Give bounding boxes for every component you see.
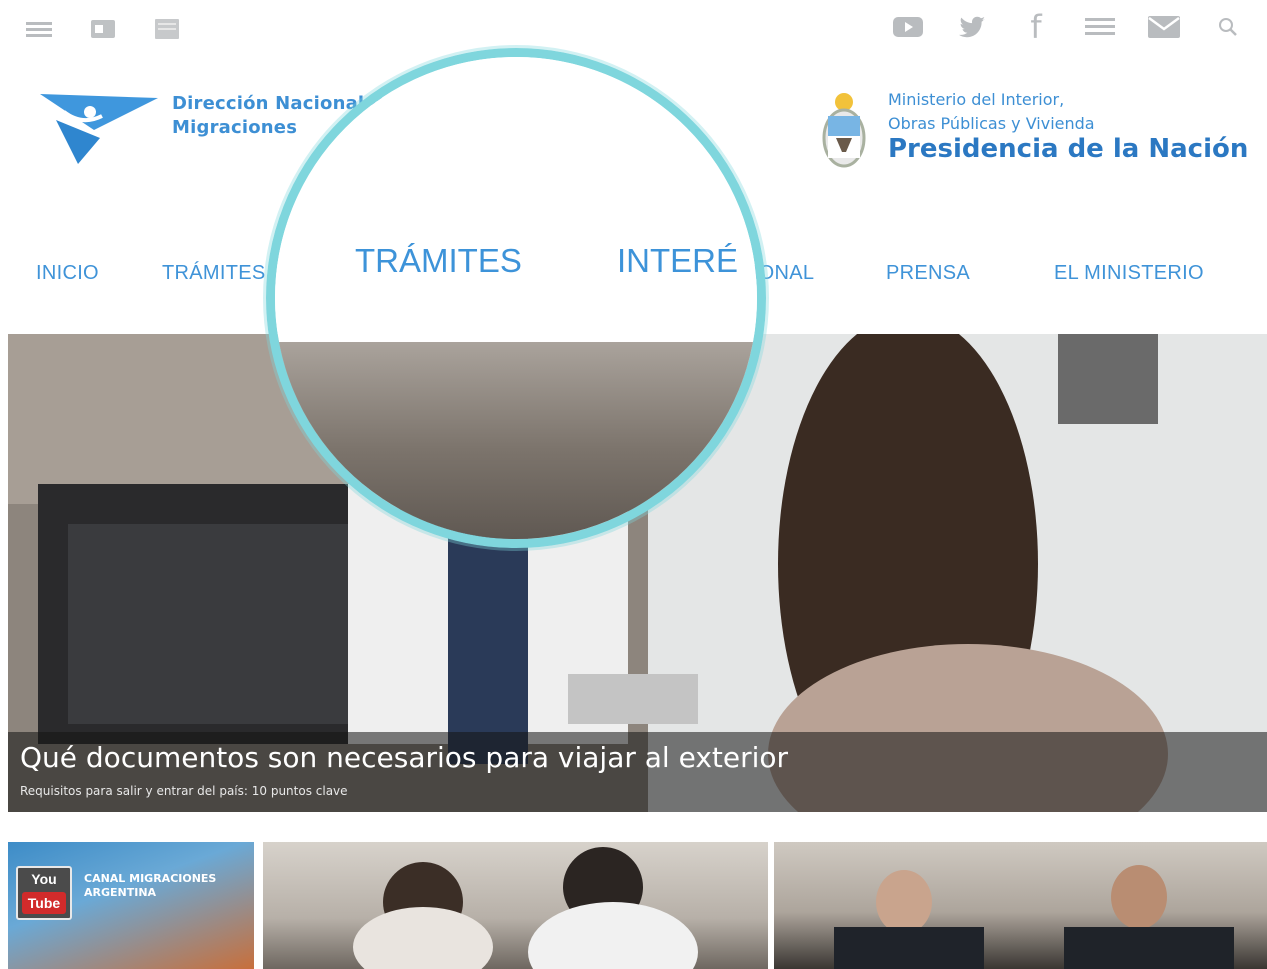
- magnifier-overlay: TRÁMITES INTERÉ: [266, 48, 766, 548]
- nav-el-ministerio[interactable]: EL MINISTERIO: [1054, 262, 1204, 285]
- canal-line1: CANAL MIGRACIONES: [84, 872, 217, 885]
- hero-title[interactable]: Qué documentos son necesarios para viaja…: [20, 741, 788, 774]
- thumbnail-news-3[interactable]: [774, 842, 1267, 969]
- ministry-line3: Presidencia de la Nación: [888, 134, 1249, 164]
- thumbnail-news-2[interactable]: [263, 842, 768, 969]
- utility-left-group: [26, 18, 180, 40]
- search-icon[interactable]: [1211, 10, 1245, 44]
- nav-inicio[interactable]: INICIO: [36, 262, 99, 285]
- thumbnail-3-photo: [834, 865, 1234, 969]
- ministry-line2: Obras Públicas y Vivienda: [888, 114, 1095, 133]
- ministry-logo[interactable]: Ministerio del Interior, Obras Públicas …: [816, 84, 1266, 184]
- facebook-glyph: f: [1030, 8, 1042, 46]
- dnm-logo-mark: [40, 94, 158, 164]
- youtube-badge-top: You: [31, 871, 57, 887]
- canal-migraciones-text: CANAL MIGRACIONES ARGENTINA: [84, 872, 216, 900]
- youtube-badge: You Tube: [16, 866, 72, 920]
- mail-icon[interactable]: [1147, 10, 1181, 44]
- canal-line2: ARGENTINA: [84, 886, 157, 899]
- magnifier-photo-area: [275, 342, 757, 539]
- nav-prensa[interactable]: PRENSA: [886, 262, 970, 285]
- thumbnail-youtube-channel[interactable]: You Tube CANAL MIGRACIONES ARGENTINA: [8, 842, 254, 969]
- magnified-nav-interes[interactable]: INTERÉ: [617, 242, 738, 280]
- magnified-nav-tramites[interactable]: TRÁMITES: [355, 242, 522, 280]
- hero-subtitle: Requisitos para salir y entrar del país:…: [20, 784, 348, 798]
- magnifier-white-area: [275, 57, 757, 342]
- youtube-badge-bottom: Tube: [22, 892, 66, 914]
- facebook-icon[interactable]: f: [1019, 8, 1053, 46]
- menu-icon[interactable]: [26, 18, 52, 40]
- thumbnail-2-photo: [353, 847, 698, 969]
- nav-tramites[interactable]: TRÁMITES: [162, 262, 266, 285]
- coat-of-arms-icon: [822, 93, 866, 168]
- ministry-line1: Ministerio del Interior,: [888, 90, 1065, 109]
- social-links: f: [891, 8, 1245, 46]
- twitter-icon[interactable]: [955, 10, 989, 44]
- list-icon[interactable]: [1083, 10, 1117, 44]
- id-card-icon[interactable]: [90, 18, 116, 40]
- document-icon[interactable]: [154, 18, 180, 40]
- youtube-icon[interactable]: [891, 10, 925, 44]
